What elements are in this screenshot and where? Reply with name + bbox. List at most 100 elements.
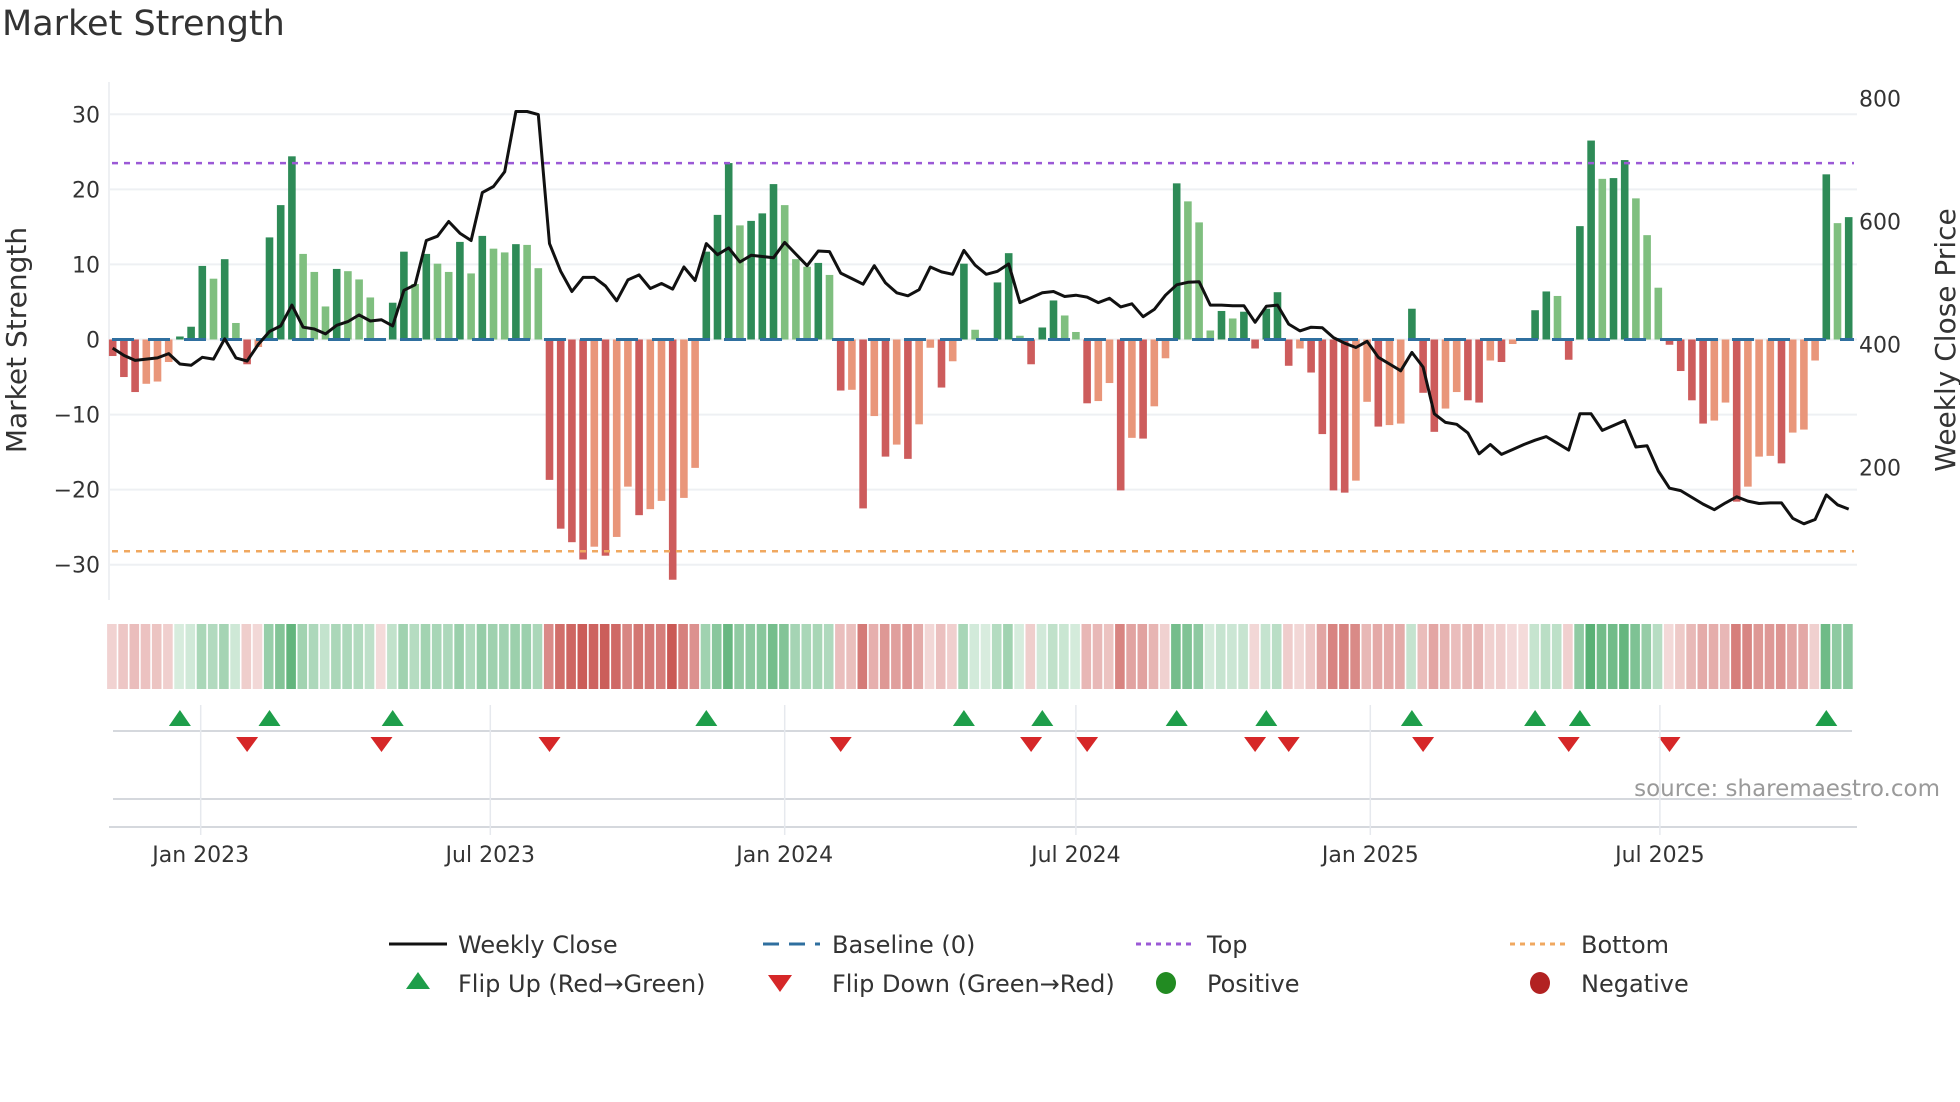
strip-cell [1820, 624, 1831, 689]
strip-cell [207, 624, 218, 689]
bar-negative [579, 339, 587, 560]
left-axis-ticks: 30 20 10 0 −10 −20 −30 [54, 103, 100, 578]
y2-axis-title: Weekly Close Price [1929, 208, 1960, 471]
legend-item-weekly-close[interactable]: Weekly Close [389, 931, 618, 959]
strip-cell [342, 624, 352, 689]
bar-positive [1609, 178, 1618, 340]
legend-item-flip-up[interactable]: Flip Up (Red→Green) [406, 970, 706, 998]
source-label: source: sharemaestro.com [1634, 776, 1940, 802]
strip-cell [151, 624, 162, 689]
flip-up-marker [258, 710, 281, 726]
bar-negative [1699, 339, 1707, 424]
bar-negative [926, 339, 935, 348]
bar-positive [814, 262, 823, 340]
legend-item-positive[interactable]: Positive [1156, 970, 1300, 998]
legend-item-baseline[interactable]: Baseline (0) [763, 931, 975, 959]
strip-cell [140, 624, 151, 689]
bar-negative [1027, 339, 1035, 365]
strip-cell [566, 624, 576, 689]
strip-cell [1574, 624, 1584, 689]
legend-label: Negative [1581, 970, 1689, 998]
legend-item-flip-down[interactable]: Flip Down (Green→Red) [768, 970, 1115, 998]
strip-cell [1115, 624, 1125, 689]
strip-cell [1551, 624, 1562, 689]
strip-cell [1361, 624, 1372, 689]
strip-cell [1372, 624, 1383, 689]
bar-positive [792, 259, 800, 340]
bar-negative [1340, 339, 1349, 493]
strip-cell [588, 624, 599, 689]
flip-up-marker [1815, 710, 1838, 726]
legend: Weekly Close Baseline (0) Top Bottom Fli… [389, 931, 1689, 998]
bar-positive [220, 259, 229, 340]
strip-cell [723, 624, 733, 689]
flip-up-marker [381, 710, 404, 726]
bar-positive [1620, 160, 1629, 340]
flip-down-marker [1020, 737, 1043, 752]
bar-negative [1441, 339, 1450, 409]
strip-cell [1451, 624, 1461, 689]
flip-down-marker [370, 737, 393, 752]
strip-cell [1103, 624, 1114, 689]
strip-cell [1182, 624, 1192, 689]
bar-negative [1676, 339, 1685, 372]
bar-positive [467, 273, 475, 340]
bar-negative [568, 339, 576, 543]
bar-positive [198, 265, 207, 340]
legend-item-negative[interactable]: Negative [1530, 970, 1689, 998]
strip-cell [263, 624, 274, 689]
bar-positive [1553, 295, 1562, 340]
strip-cell [734, 624, 744, 689]
flip-down-marker [236, 737, 259, 752]
bar-negative [635, 339, 643, 516]
strip-cell [1484, 624, 1495, 689]
strip-cell [700, 624, 711, 689]
strip-cell [1271, 624, 1282, 689]
y-tick-label: 10 [72, 253, 100, 278]
bar-positive [993, 282, 1002, 340]
strip-cell [667, 624, 677, 689]
strip-cell [107, 624, 117, 689]
legend-label: Baseline (0) [832, 931, 975, 959]
flip-down-marker [1076, 737, 1099, 752]
legend-item-bottom[interactable]: Bottom [1510, 931, 1669, 959]
bar-positive [187, 326, 195, 340]
strength-heat-strip [107, 624, 1853, 689]
bar-positive [960, 263, 968, 340]
bar-negative [848, 339, 856, 390]
strip-cell [1529, 624, 1540, 689]
bar-negative [164, 339, 173, 363]
bar-negative [1329, 339, 1338, 491]
legend-item-top[interactable]: Top [1136, 931, 1248, 959]
strip-cell [924, 624, 935, 689]
x-tick-label: Jul 2025 [1613, 843, 1705, 868]
bar-negative [1452, 339, 1461, 393]
bar-positive [1408, 308, 1416, 340]
strip-cell [499, 624, 509, 689]
strip-cell [1025, 624, 1036, 689]
strip-cell [387, 624, 397, 689]
strip-cell [1798, 624, 1808, 689]
strip-cell [1462, 624, 1472, 689]
strip-cell [1249, 624, 1260, 689]
bar-negative [657, 339, 666, 501]
flip-down-marker [538, 737, 561, 752]
strip-cell [756, 624, 767, 689]
strip-cell [1339, 624, 1349, 689]
strip-cell [1619, 624, 1629, 689]
right-axis-ticks: 800 600 400 200 [1859, 88, 1901, 482]
y-tick-label: −30 [54, 554, 100, 579]
bar-negative [1688, 339, 1696, 401]
strip-cell [543, 624, 554, 689]
bar-negative [1777, 339, 1786, 464]
bar-positive [176, 336, 184, 340]
x-tick-label: Jan 2024 [734, 843, 833, 868]
strip-cell [1708, 624, 1719, 689]
bar-negative [142, 339, 151, 384]
bar-positive [232, 322, 240, 340]
bar-negative [1251, 339, 1259, 349]
strip-cell [1283, 624, 1293, 689]
strip-cell [1641, 624, 1652, 689]
strip-cell [454, 624, 464, 689]
bar-positive [355, 279, 363, 340]
